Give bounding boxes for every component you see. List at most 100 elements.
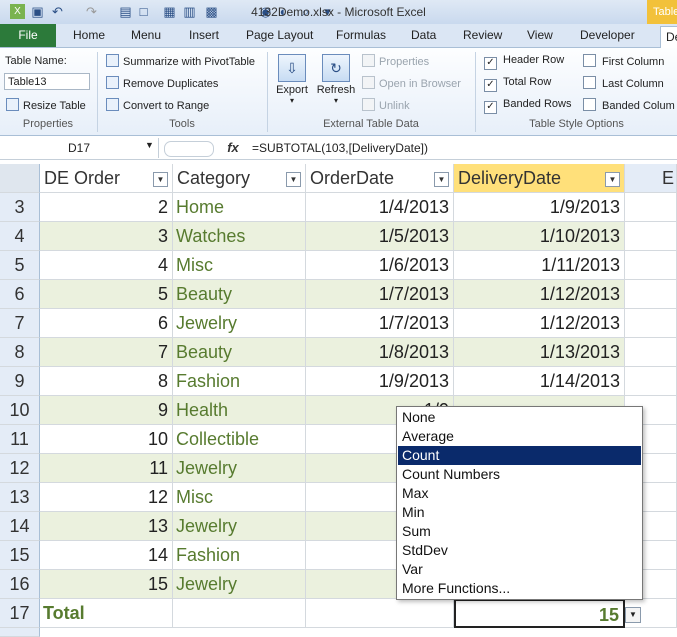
- name-box[interactable]: D17: [0, 138, 159, 158]
- order-cell[interactable]: 15: [40, 570, 173, 599]
- menu-item-stddev[interactable]: StdDev: [398, 541, 641, 560]
- order-date-cell[interactable]: 1/7/2013: [306, 309, 454, 338]
- grid-cell[interactable]: [625, 193, 677, 222]
- row-number[interactable]: 4: [0, 222, 40, 251]
- row-number[interactable]: 3: [0, 193, 40, 222]
- tab-insert[interactable]: Insert: [189, 24, 219, 47]
- order-date-cell[interactable]: 1/8/2013: [306, 338, 454, 367]
- grid-cell[interactable]: [625, 338, 677, 367]
- order-cell[interactable]: 5: [40, 280, 173, 309]
- header-order-date[interactable]: OrderDate ▼: [306, 164, 454, 193]
- order-cell[interactable]: 13: [40, 512, 173, 541]
- menu-item-max[interactable]: Max: [398, 484, 641, 503]
- summarize-pivottable-button[interactable]: Summarize with PivotTable: [106, 54, 255, 68]
- category-cell[interactable]: Fashion: [173, 367, 306, 396]
- total-row-cell[interactable]: [173, 599, 306, 628]
- header-delivery-date[interactable]: DeliveryDate ▼: [454, 164, 625, 193]
- insert-function-icon[interactable]: fx: [224, 138, 242, 158]
- menu-item-count-numbers[interactable]: Count Numbers: [398, 465, 641, 484]
- convert-to-range-button[interactable]: Convert to Range: [106, 98, 209, 112]
- category-cell[interactable]: Misc: [173, 251, 306, 280]
- name-box-dropdown-icon[interactable]: ▼: [145, 140, 154, 150]
- header-row-checkbox[interactable]: ✓ Header Row: [484, 54, 564, 70]
- category-cell[interactable]: Watches: [173, 222, 306, 251]
- row-number[interactable]: 7: [0, 309, 40, 338]
- row-number[interactable]: [0, 628, 40, 637]
- grid-cell[interactable]: [625, 280, 677, 309]
- delivery-date-cell[interactable]: 1/13/2013: [454, 338, 625, 367]
- category-cell[interactable]: Jewelry: [173, 309, 306, 338]
- column-header-e[interactable]: E: [625, 164, 677, 193]
- banded-rows-checkbox[interactable]: ✓ Banded Rows: [484, 98, 572, 114]
- unlink-button[interactable]: Unlink: [362, 98, 410, 112]
- order-date-cell[interactable]: 1/7/2013: [306, 280, 454, 309]
- menu-item-sum[interactable]: Sum: [398, 522, 641, 541]
- resize-table-button[interactable]: Resize Table: [6, 98, 86, 112]
- header-de-order[interactable]: DE Order ▼: [40, 164, 173, 193]
- category-cell[interactable]: Jewelry: [173, 454, 306, 483]
- order-cell[interactable]: 10: [40, 425, 173, 454]
- menu-item-more-functions[interactable]: More Functions...: [398, 579, 641, 598]
- total-row-value[interactable]: 15: [454, 599, 625, 628]
- properties-button[interactable]: Properties: [362, 54, 429, 68]
- total-row-checkbox[interactable]: ✓ Total Row: [484, 76, 551, 92]
- menu-item-var[interactable]: Var: [398, 560, 641, 579]
- tab-view[interactable]: View: [527, 24, 553, 47]
- order-cell[interactable]: 8: [40, 367, 173, 396]
- first-column-checkbox[interactable]: First Column: [583, 54, 664, 68]
- category-cell[interactable]: Beauty: [173, 338, 306, 367]
- tab-menu[interactable]: Menu: [131, 24, 161, 47]
- order-cell[interactable]: 4: [40, 251, 173, 280]
- delivery-date-cell[interactable]: 1/11/2013: [454, 251, 625, 280]
- order-date-cell[interactable]: 1/4/2013: [306, 193, 454, 222]
- row-number[interactable]: 15: [0, 541, 40, 570]
- tab-review[interactable]: Review: [463, 24, 502, 47]
- category-cell[interactable]: Health: [173, 396, 306, 425]
- row-number[interactable]: 14: [0, 512, 40, 541]
- row-number[interactable]: 5: [0, 251, 40, 280]
- last-column-checkbox[interactable]: Last Column: [583, 76, 664, 90]
- remove-duplicates-button[interactable]: Remove Duplicates: [106, 76, 218, 90]
- order-cell[interactable]: 3: [40, 222, 173, 251]
- row-number[interactable]: 8: [0, 338, 40, 367]
- row-number[interactable]: 16: [0, 570, 40, 599]
- order-date-cell[interactable]: 1/6/2013: [306, 251, 454, 280]
- category-cell[interactable]: Jewelry: [173, 512, 306, 541]
- category-cell[interactable]: Beauty: [173, 280, 306, 309]
- order-cell[interactable]: 12: [40, 483, 173, 512]
- banded-columns-checkbox[interactable]: Banded Colum: [583, 98, 677, 112]
- category-cell[interactable]: Home: [173, 193, 306, 222]
- total-function-dropdown-icon[interactable]: ▼: [625, 607, 641, 623]
- category-cell[interactable]: Jewelry: [173, 570, 306, 599]
- filter-dropdown-icon[interactable]: ▼: [286, 172, 301, 187]
- header-category[interactable]: Category ▼: [173, 164, 306, 193]
- row-number[interactable]: 12: [0, 454, 40, 483]
- delivery-date-cell[interactable]: 1/9/2013: [454, 193, 625, 222]
- grid-cell[interactable]: [625, 251, 677, 280]
- order-cell[interactable]: 2: [40, 193, 173, 222]
- order-cell[interactable]: 9: [40, 396, 173, 425]
- category-cell[interactable]: Collectible: [173, 425, 306, 454]
- row-number[interactable]: 13: [0, 483, 40, 512]
- grid-cell[interactable]: [625, 309, 677, 338]
- total-row-cell[interactable]: [306, 599, 454, 628]
- row-number[interactable]: 17: [0, 599, 40, 628]
- tab-page-layout[interactable]: Page Layout: [246, 24, 313, 47]
- delivery-date-cell[interactable]: 1/12/2013: [454, 280, 625, 309]
- tab-formulas[interactable]: Formulas: [336, 24, 386, 47]
- delivery-date-cell[interactable]: 1/14/2013: [454, 367, 625, 396]
- tab-developer[interactable]: Developer: [580, 24, 635, 47]
- order-cell[interactable]: 14: [40, 541, 173, 570]
- tab-data[interactable]: Data: [411, 24, 436, 47]
- formula-input[interactable]: =SUBTOTAL(103,[DeliveryDate]): [252, 138, 428, 158]
- filter-dropdown-icon[interactable]: ▼: [605, 172, 620, 187]
- menu-item-min[interactable]: Min: [398, 503, 641, 522]
- order-date-cell[interactable]: 1/5/2013: [306, 222, 454, 251]
- order-cell[interactable]: 6: [40, 309, 173, 338]
- grid-cell[interactable]: [625, 222, 677, 251]
- menu-item-none[interactable]: None: [398, 408, 641, 427]
- tab-file[interactable]: File: [0, 24, 56, 47]
- delivery-date-cell[interactable]: 1/12/2013: [454, 309, 625, 338]
- order-cell[interactable]: 11: [40, 454, 173, 483]
- row-number[interactable]: 10: [0, 396, 40, 425]
